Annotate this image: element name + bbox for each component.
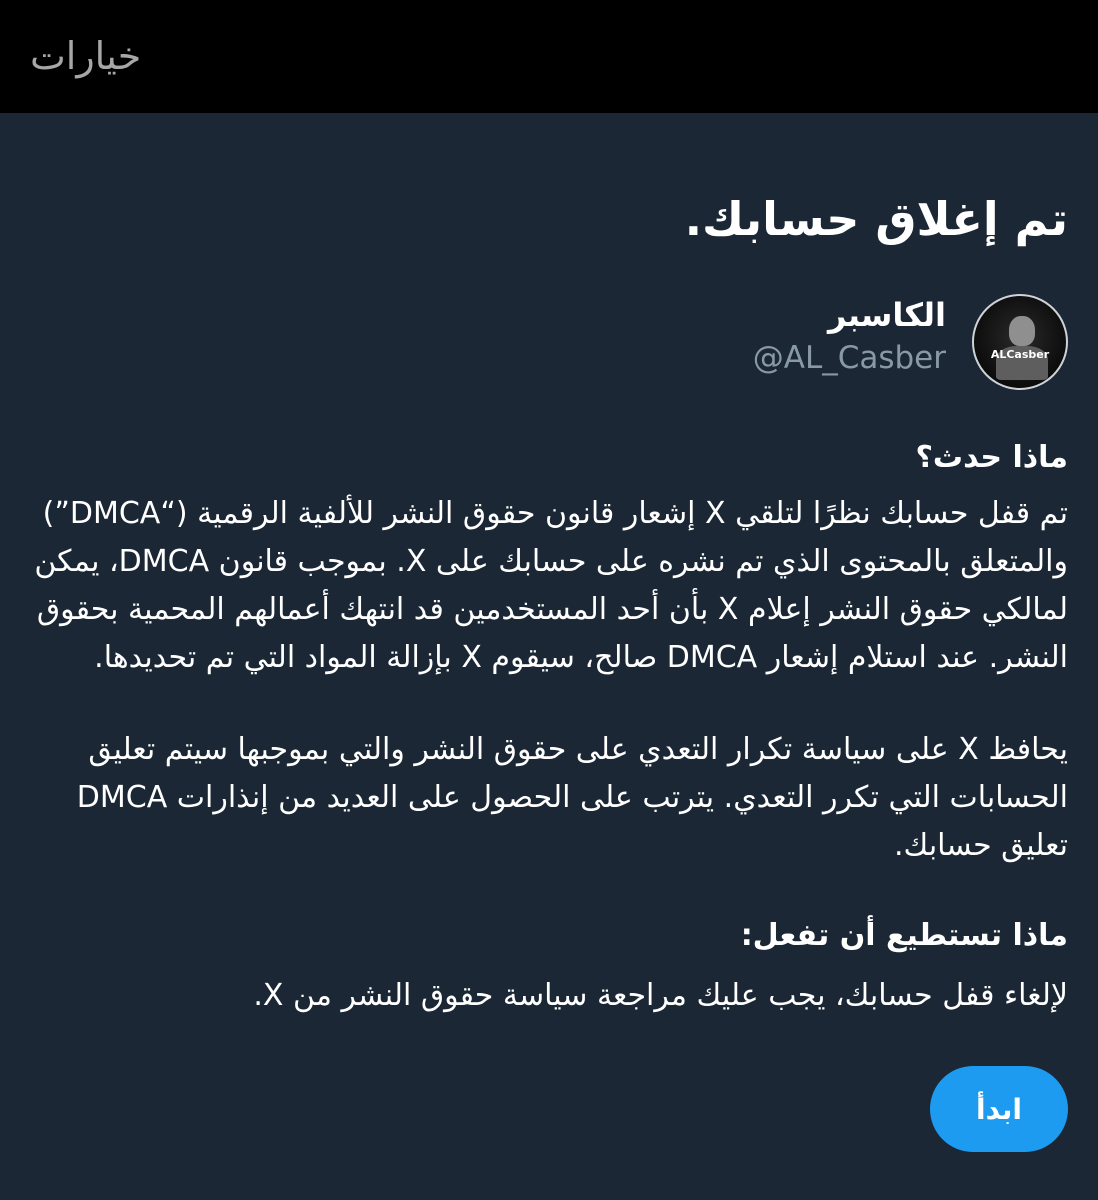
main-content: تم إغلاق حسابك. ALCasber الكاسبر @AL_Cas… bbox=[30, 113, 1068, 1020]
what-happened-heading: ماذا حدث؟ bbox=[915, 440, 1068, 475]
avatar-logo-text: ALCasber bbox=[990, 348, 1050, 361]
account-handle: @AL_Casber bbox=[752, 340, 946, 376]
avatar: ALCasber bbox=[972, 294, 1068, 390]
what-happened-paragraph-1: تم قفل حسابك نظرًا لتلقي X إشعار قانون ح… bbox=[34, 496, 1068, 675]
account-names: الكاسبر @AL_Casber bbox=[753, 294, 946, 380]
top-bar: خيارات bbox=[0, 0, 1098, 113]
options-menu-button[interactable]: خيارات bbox=[30, 30, 141, 82]
what-you-can-do-heading: ماذا تستطيع أن تفعل: bbox=[740, 918, 1068, 953]
what-happened-paragraph-2: يحافظ X على سياسة تكرار التعدي على حقوق … bbox=[76, 732, 1068, 863]
start-button[interactable]: ابدأ bbox=[930, 1066, 1068, 1152]
page-title: تم إغلاق حسابك. bbox=[684, 192, 1068, 246]
account-card: ALCasber الكاسبر @AL_Casber bbox=[30, 294, 1068, 394]
what-you-can-do-paragraph: لإلغاء قفل حسابك، يجب عليك مراجعة سياسة … bbox=[253, 978, 1068, 1013]
account-display-name: الكاسبر bbox=[827, 296, 946, 334]
avatar-head-shape bbox=[1009, 316, 1035, 346]
